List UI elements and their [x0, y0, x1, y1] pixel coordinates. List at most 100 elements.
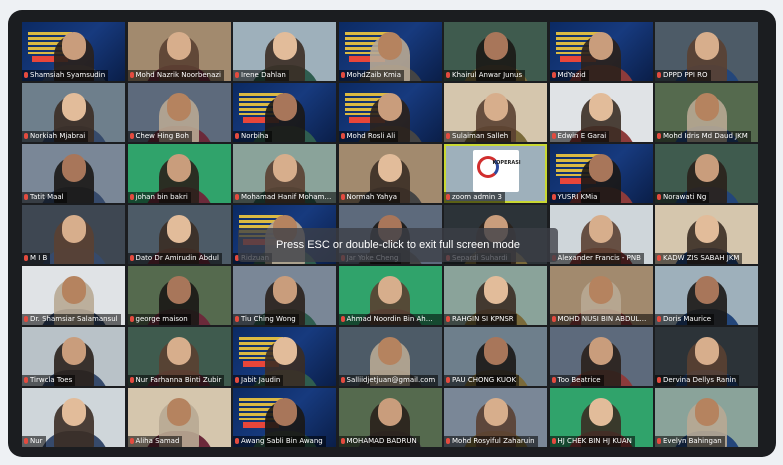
participant-tile[interactable]: Mohd Nazrik Noorbenazi: [127, 22, 231, 81]
participant-tile[interactable]: Tiu Ching Wong: [233, 266, 336, 325]
participant-name: zoom admin 3: [452, 193, 502, 201]
participant-tile[interactable]: M I B: [22, 205, 125, 264]
participant-name: Mohd Idris Md Daud JKM: [663, 132, 748, 140]
participant-tile[interactable]: Shamsiah Syamsudin: [22, 22, 125, 81]
participant-tile[interactable]: Normah Yahya: [338, 144, 442, 203]
participant-tile[interactable]: Tatit Maal: [22, 144, 125, 203]
participant-name-label: Doris Maurice: [655, 314, 715, 325]
participant-video-face: [589, 276, 613, 304]
participant-tile[interactable]: Dato Dr Amirudin Abdul: [127, 205, 231, 264]
participant-video-face: [272, 154, 297, 182]
participant-tile[interactable]: Mohamad Hanif Mohamad: [233, 144, 336, 203]
participant-tile[interactable]: Awang Sabli Bin Awang: [233, 388, 336, 447]
participant-tile[interactable]: PAU CHONG KUOK: [444, 327, 547, 386]
participant-tile[interactable]: Edwin E Garai: [549, 83, 653, 142]
participant-name: Alexander Francis - PNB: [557, 254, 641, 262]
participant-name: PAU CHONG KUOK: [452, 376, 517, 384]
participant-name: M I B: [30, 254, 48, 262]
participant-tile[interactable]: Mohd Rosyiful Zaharuin: [444, 388, 547, 447]
muted-mic-icon: [129, 377, 134, 383]
participant-name-label: PAU CHONG KUOK: [444, 375, 520, 386]
muted-mic-icon: [235, 316, 239, 322]
participant-tile[interactable]: Chew Hing Boh: [127, 83, 231, 142]
participant-tile[interactable]: Nur: [22, 388, 125, 447]
participant-name-label: Tatit Maal: [22, 192, 67, 203]
muted-mic-icon: [657, 316, 661, 322]
participant-tile[interactable]: george maison: [127, 266, 231, 325]
participant-video-face: [61, 337, 86, 365]
participant-tile[interactable]: KADW ZIS SABAH JKM: [655, 205, 758, 264]
participant-tile[interactable]: Sulaiman Salleh: [444, 83, 547, 142]
participant-video-face: [694, 398, 719, 426]
fullscreen-exit-hint: Press ESC or double-click to exit full s…: [238, 228, 558, 262]
muted-mic-icon: [129, 255, 134, 261]
participant-tile[interactable]: Jabit Jaudin: [233, 327, 336, 386]
participant-name-label: YUSRI KMia: [549, 192, 601, 203]
muted-mic-icon: [129, 72, 134, 78]
muted-mic-icon: [24, 377, 28, 383]
participant-tile[interactable]: Evelyn Bahingan: [655, 388, 758, 447]
participant-tile[interactable]: Norbiha: [233, 83, 336, 142]
participant-tile[interactable]: Ahmad Noordin Bin Ahmad: [338, 266, 442, 325]
participant-tile[interactable]: Mohd Idris Md Daud JKM: [655, 83, 758, 142]
participant-name-label: george maison: [127, 314, 191, 325]
participant-name: Nur: [30, 437, 43, 445]
participant-name-label: Chew Hing Boh: [127, 131, 192, 142]
participant-tile[interactable]: Doris Maurice: [655, 266, 758, 325]
participant-tile[interactable]: KOPERASI zoom admin 3: [444, 144, 547, 203]
participant-video-face: [589, 215, 613, 243]
participant-tile[interactable]: Aliha Samad: [127, 388, 231, 447]
participant-tile[interactable]: DPPD PPI RO: [655, 22, 758, 81]
participant-video-face: [378, 276, 402, 304]
participant-name: Too Beatrice: [557, 376, 601, 384]
participant-tile[interactable]: Khairul Anwar Junus: [444, 22, 547, 81]
participant-name: Sulaiman Salleh: [452, 132, 509, 140]
muted-mic-icon: [657, 133, 661, 139]
participant-tile[interactable]: Nur Farhanna Binti Zubir: [127, 327, 231, 386]
participant-tile[interactable]: Norawati Ng: [655, 144, 758, 203]
participant-tile[interactable]: Salliidjetjuan@gmail.com: [338, 327, 442, 386]
participant-name-label: Nur Farhanna Binti Zubir: [127, 375, 225, 386]
participant-tile[interactable]: RAHGIN SI KPNSR: [444, 266, 547, 325]
muted-mic-icon: [446, 316, 450, 322]
participant-name: MdYazid: [557, 71, 586, 79]
participant-video-face: [61, 93, 86, 121]
participant-tile[interactable]: johan bin bakri: [127, 144, 231, 203]
participant-tile[interactable]: MOHAMAD BADRUN: [338, 388, 442, 447]
participant-tile[interactable]: Alexander Francis - PNB: [549, 205, 653, 264]
participant-tile[interactable]: HJ CHEK BIN HJ KUAN: [549, 388, 653, 447]
participant-tile[interactable]: MohdZaib Kmia: [338, 22, 442, 81]
participant-name: YUSRI KMia: [557, 193, 598, 201]
participant-tile[interactable]: Tirwcla Toes: [22, 327, 125, 386]
muted-mic-icon: [551, 438, 556, 444]
participant-tile[interactable]: Norkiah Mjabrai: [22, 83, 125, 142]
participant-name: Irene Dahlan: [241, 71, 286, 79]
participant-name: MOHD NUSI BIN ABDULLAH: [557, 315, 653, 323]
participant-video-face: [694, 276, 719, 304]
participant-name-label: M I B: [22, 253, 51, 264]
muted-mic-icon: [24, 255, 28, 261]
participant-tile[interactable]: MdYazid: [549, 22, 653, 81]
muted-mic-icon: [551, 133, 556, 139]
participant-name: MohdZaib Kmia: [346, 71, 402, 79]
participant-video-face: [589, 32, 613, 60]
muted-mic-icon: [446, 133, 450, 139]
participant-tile[interactable]: Dr. Shamsiar Salamansul: [22, 266, 125, 325]
participant-name: Edwin E Garai: [557, 132, 607, 140]
muted-mic-icon: [235, 438, 239, 444]
participant-tile[interactable]: Dervina Dellys Ranin: [655, 327, 758, 386]
participant-video-face: [694, 32, 719, 60]
participant-name-label: Dato Dr Amirudin Abdul: [127, 253, 222, 264]
participant-tile[interactable]: Mohd Rosli Ali: [338, 83, 442, 142]
participant-name-label: MOHD NUSI BIN ABDULLAH: [549, 314, 653, 325]
participant-tile[interactable]: MOHD NUSI BIN ABDULLAH: [549, 266, 653, 325]
participant-name: johan bin bakri: [135, 193, 188, 201]
participant-tile[interactable]: YUSRI KMia: [549, 144, 653, 203]
participant-tile[interactable]: Irene Dahlan: [233, 22, 336, 81]
participant-tile[interactable]: Too Beatrice: [549, 327, 653, 386]
participant-name-label: Dervina Dellys Ranin: [655, 375, 740, 386]
participant-video-face: [378, 93, 402, 121]
participant-name: Tatit Maal: [30, 193, 64, 201]
participant-video-face: [589, 93, 613, 121]
participant-name-label: johan bin bakri: [127, 192, 191, 203]
